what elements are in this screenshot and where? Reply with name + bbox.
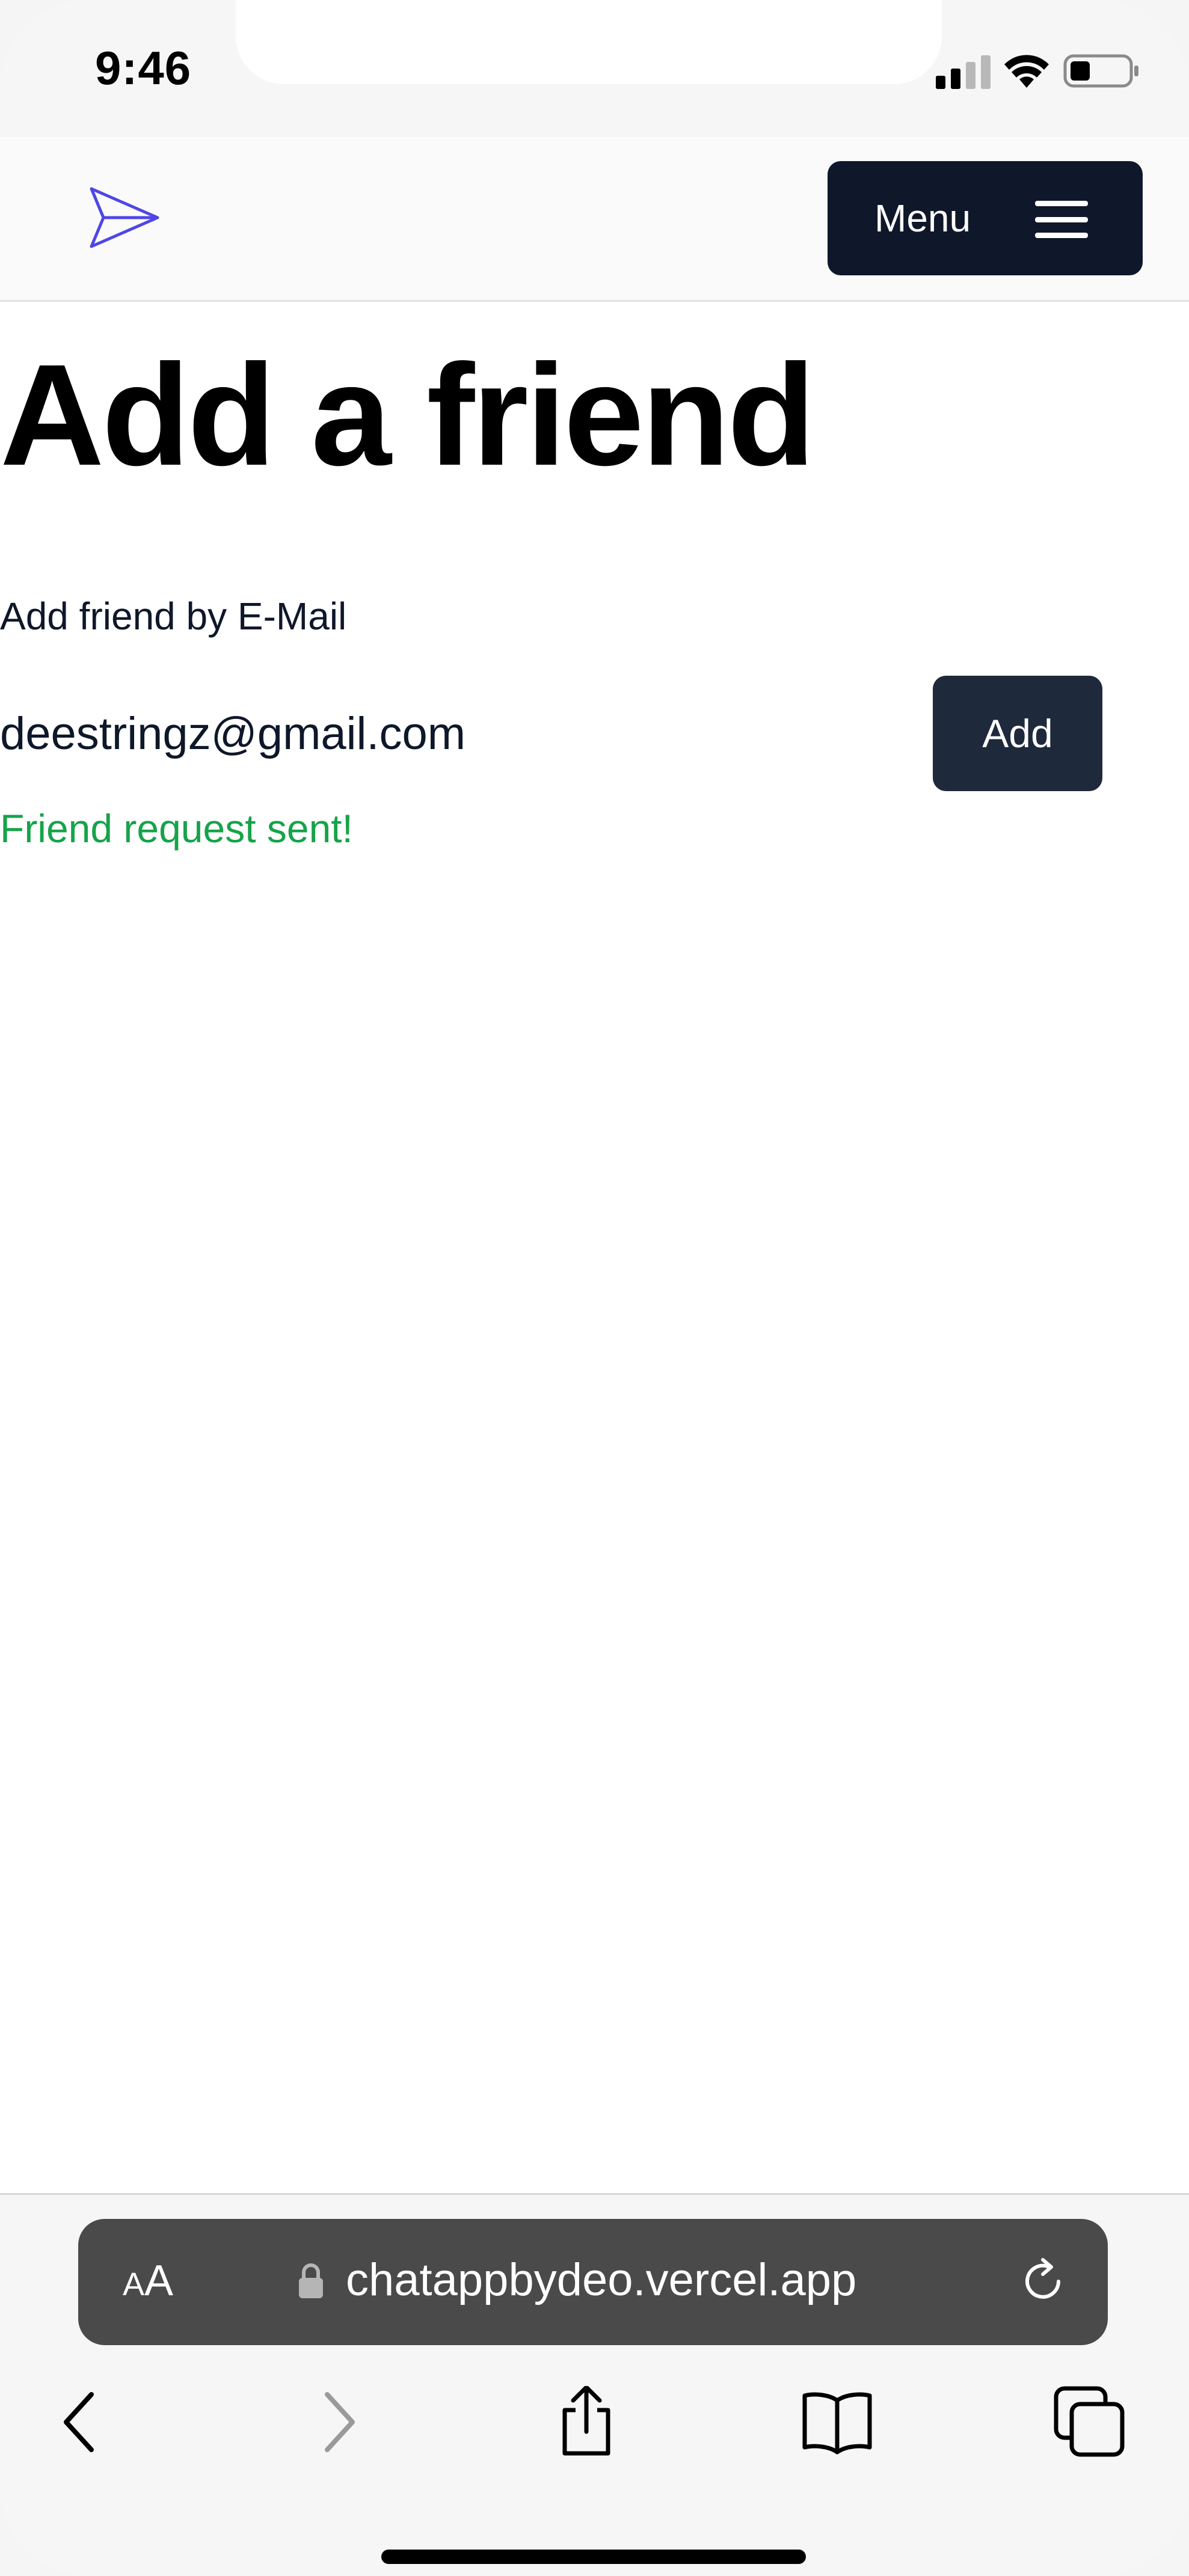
app-header: Menu — [0, 137, 1189, 302]
status-bar: 9:46 — [0, 0, 1189, 137]
browser-toolbar: AA chatappbydeo.vercel.app — [0, 2193, 1189, 2576]
menu-label: Menu — [874, 197, 971, 240]
wifi-icon — [1004, 55, 1049, 88]
lock-icon — [299, 2263, 323, 2298]
paper-plane-icon[interactable] — [89, 186, 160, 249]
hamburger-icon — [1035, 201, 1088, 238]
success-message: Friend request sent! — [0, 806, 353, 851]
text-size-large-a: A — [144, 2257, 174, 2305]
tabs-icon[interactable] — [1054, 2386, 1126, 2458]
page-title: Add a friend — [0, 334, 816, 495]
notch — [236, 0, 942, 84]
home-indicator — [381, 2550, 806, 2564]
add-button[interactable]: Add — [933, 676, 1102, 791]
url-text: chatappbydeo.vercel.app — [346, 2254, 857, 2305]
status-time: 9:46 — [95, 41, 192, 94]
share-icon[interactable] — [550, 2386, 622, 2458]
reload-icon[interactable] — [1016, 2255, 1069, 2308]
battery-icon — [1063, 54, 1138, 88]
text-size-small-a: A — [123, 2266, 145, 2302]
email-field-label: Add friend by E-Mail — [0, 595, 347, 638]
forward-icon[interactable] — [301, 2386, 373, 2458]
address-bar[interactable]: AA chatappbydeo.vercel.app — [78, 2219, 1108, 2345]
email-input[interactable] — [0, 697, 902, 769]
bookmarks-icon[interactable] — [801, 2386, 873, 2458]
phone-screen: 9:46 Menu Add a friend Add friend by E-M… — [0, 0, 1189, 2576]
text-size-button[interactable]: AA — [123, 2256, 173, 2305]
signal-icon — [936, 55, 991, 89]
menu-button[interactable]: Menu — [828, 161, 1143, 275]
back-icon[interactable] — [46, 2386, 118, 2458]
